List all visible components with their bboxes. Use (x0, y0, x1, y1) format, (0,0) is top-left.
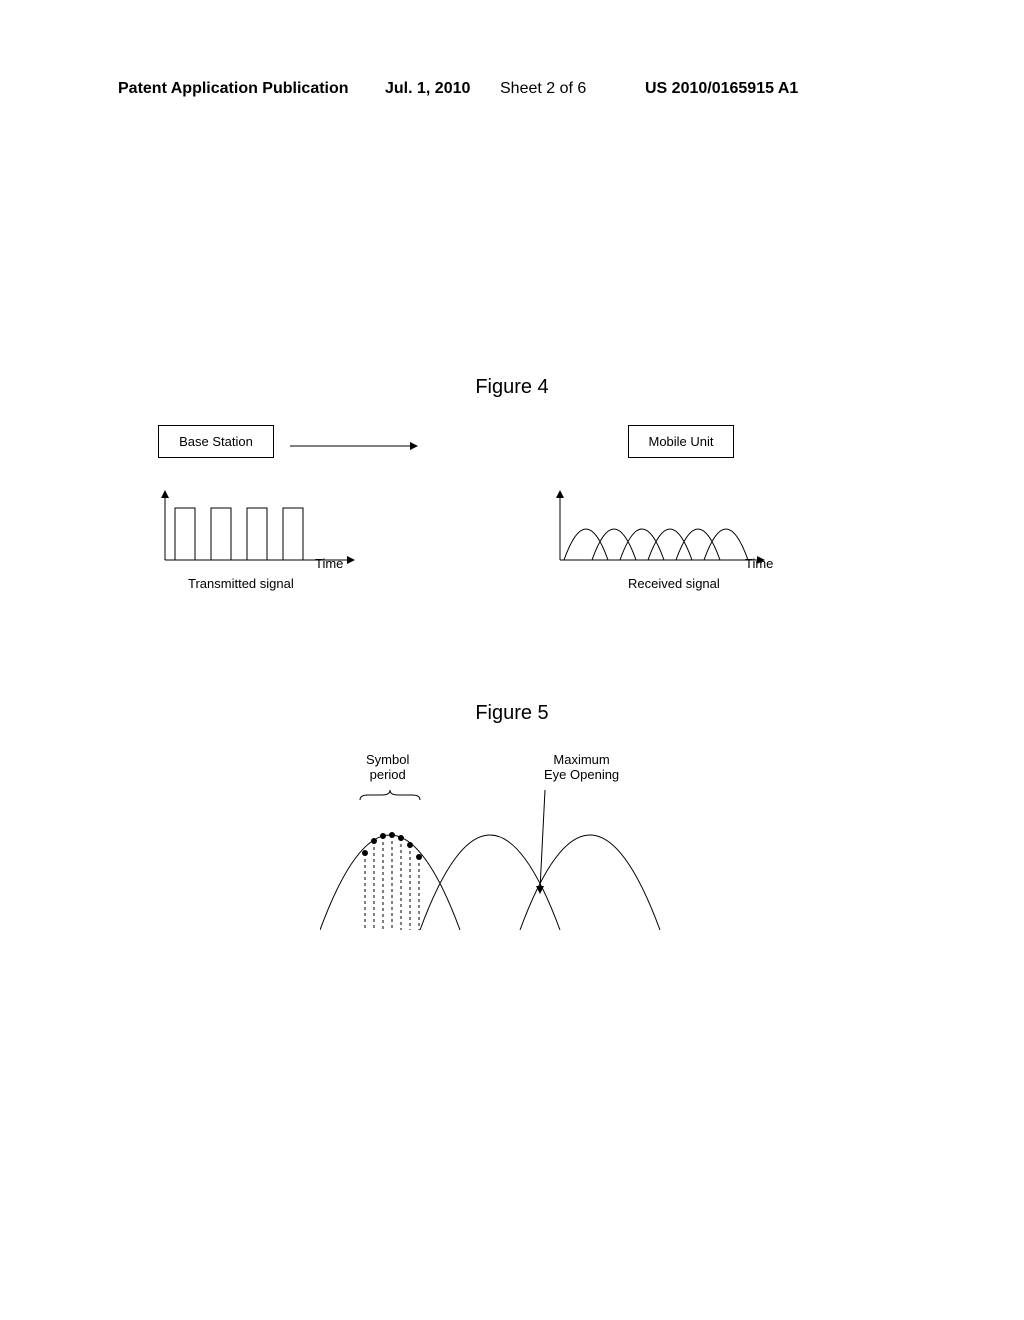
base-station-box: Base Station (158, 425, 274, 458)
arrow-icon (290, 436, 420, 456)
received-label: Received signal (628, 576, 720, 591)
time-label-2: Time (745, 556, 773, 571)
time-label-1: Time (315, 556, 343, 571)
mobile-unit-box: Mobile Unit (628, 425, 734, 458)
pubno-label: US 2010/0165915 A1 (645, 80, 798, 98)
figure5-diagram (320, 790, 670, 940)
symbol-period-label: Symbol period (366, 752, 409, 782)
publication-label: Patent Application Publication (118, 80, 349, 98)
sheet-label: Sheet 2 of 6 (500, 80, 586, 98)
date-label: Jul. 1, 2010 (385, 80, 470, 98)
figure4-title: Figure 4 (0, 376, 1024, 399)
transmitted-label: Transmitted signal (188, 576, 294, 591)
received-signal-chart (550, 490, 775, 575)
figure5-title: Figure 5 (0, 702, 1024, 725)
max-eye-label: Maximum Eye Opening (544, 752, 619, 782)
